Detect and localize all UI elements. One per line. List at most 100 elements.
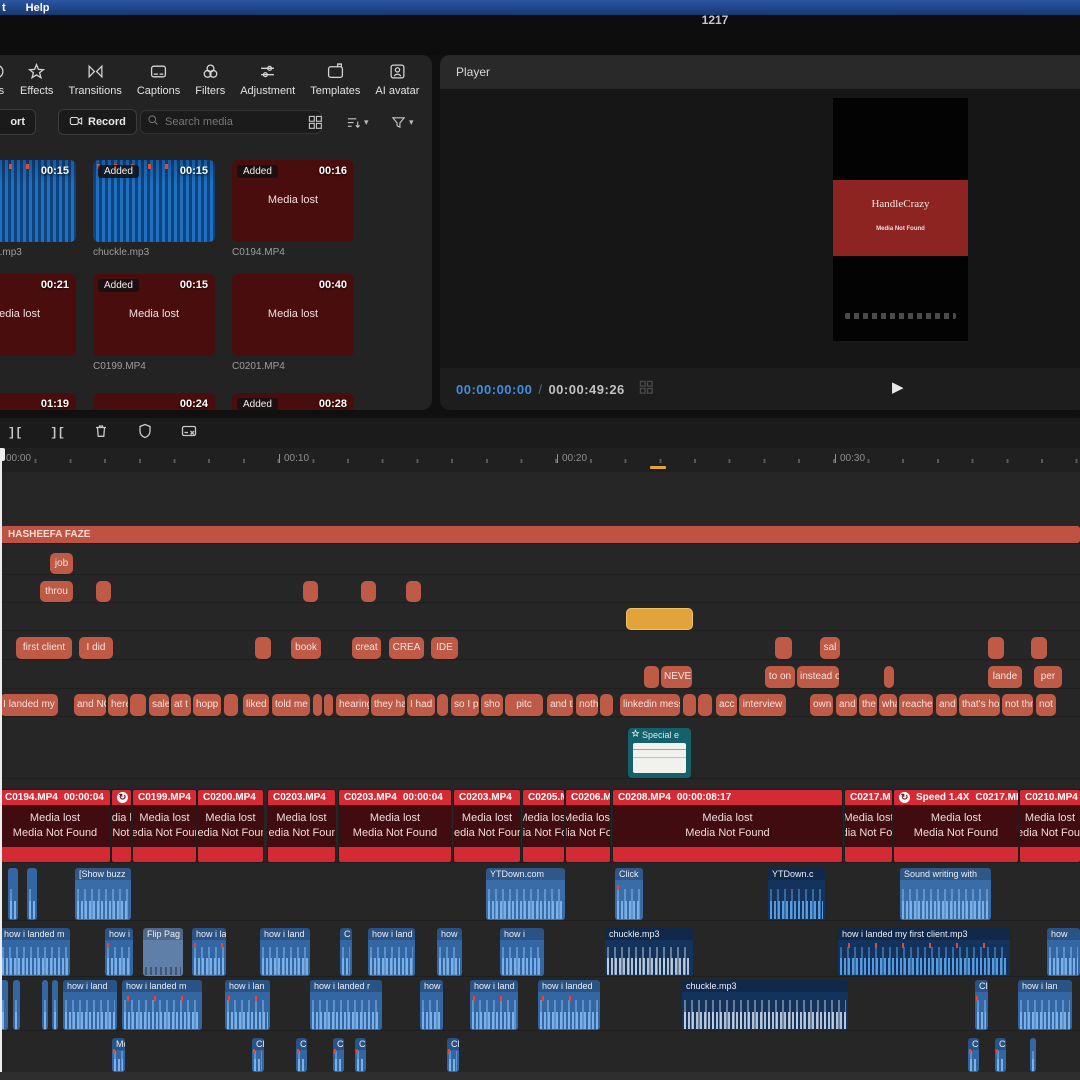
timeline-clip-video[interactable]: C0200.MP4Media lostMedia Not Found — [198, 790, 263, 862]
search-input[interactable] — [163, 115, 287, 129]
timeline-clip-caption[interactable] — [324, 694, 333, 716]
timeline-clip-caption[interactable]: they ha — [371, 694, 405, 716]
timeline-clip-caption[interactable] — [130, 694, 146, 716]
timeline-clip-audio[interactable]: Cl — [968, 1038, 979, 1072]
timeline-clip-caption[interactable]: creat — [352, 637, 381, 659]
timeline-clip-audio[interactable]: Flip Pag — [143, 928, 183, 976]
timeline-clip-caption[interactable]: that's ho — [959, 694, 1000, 716]
timeline-clip-caption[interactable] — [255, 637, 271, 659]
timeline-clip-caption[interactable]: I landed my — [0, 694, 58, 716]
play-button[interactable]: ▶ — [892, 378, 904, 396]
timeline-clip-caption[interactable]: lande — [988, 666, 1022, 688]
trash-button[interactable] — [93, 423, 109, 443]
timeline-clip-caption[interactable]: I had — [407, 694, 435, 716]
timeline-clip-video[interactable]: ↻Media lostMedia Not Found — [112, 790, 131, 862]
timeline-clip-audio[interactable]: how i — [500, 928, 544, 976]
timeline-clip-audio[interactable]: how i landed r — [310, 980, 382, 1030]
timeline-clip-audio[interactable]: Cl — [333, 1038, 344, 1072]
timeline-clip-caption[interactable]: reache — [899, 694, 933, 716]
timeline-clip-audio[interactable]: Click — [615, 868, 643, 920]
timeline-clip-caption[interactable]: sale — [149, 694, 169, 716]
timeline-clip-audio[interactable]: YTDown.c — [768, 868, 825, 920]
timeline-clip-caption[interactable] — [683, 694, 696, 716]
timeline-clip-audio[interactable] — [42, 980, 48, 1030]
timeline-clip-caption[interactable]: wha — [879, 694, 897, 716]
search-box[interactable] — [140, 110, 322, 134]
timeline-clip-marker[interactable] — [626, 608, 693, 630]
media-tile[interactable]: Media lostAdded00:15 — [93, 274, 215, 356]
timeline-clip-video[interactable]: C0203.MP4Media lostMedia Not Found — [268, 790, 335, 862]
timeline-clip-video[interactable]: C0203.MP400:00:04Media lostMedia Not Fou… — [339, 790, 451, 862]
timeline-clip-caption[interactable]: and — [936, 694, 957, 716]
timeline-clip-caption[interactable] — [406, 581, 421, 602]
timeline-clip-caption[interactable] — [884, 666, 894, 688]
media-tile[interactable]: Media lost01:19 — [0, 393, 76, 410]
timeline-clip-video[interactable]: C0194.MP400:00:04Media lostMedia Not Fou… — [0, 790, 110, 862]
media-tile[interactable]: Media lost00:40 — [232, 274, 354, 356]
tab-captions[interactable]: Captions — [137, 63, 180, 97]
tab-templates[interactable]: Templates — [310, 63, 360, 97]
split-left-button[interactable]: ][ — [8, 426, 22, 440]
timeline-clip-caption[interactable]: not — [1036, 694, 1056, 716]
timeline-clip-caption[interactable] — [96, 581, 111, 602]
menu-item-help[interactable]: Help — [26, 2, 50, 14]
timeline-clip-caption[interactable]: throu — [40, 581, 73, 602]
timeline-clip-caption[interactable]: interview — [739, 694, 786, 716]
timeline-clip-audio[interactable]: how — [437, 928, 462, 976]
timeline-clip-caption[interactable] — [775, 637, 792, 659]
timeline-clip-caption[interactable]: job — [50, 553, 73, 574]
timeline-clip-caption[interactable] — [437, 694, 448, 716]
timeline-clip-audio[interactable]: how i la — [192, 928, 226, 976]
split-right-button[interactable]: ][ — [50, 426, 64, 440]
timeline-clip-audio[interactable]: how i landed — [538, 980, 600, 1030]
timeline-clip-audio[interactable]: C — [340, 928, 352, 976]
tab-effects[interactable]: Effects — [20, 63, 53, 97]
timeline-clip-caption[interactable]: sal — [820, 637, 840, 659]
timeline-clip-caption[interactable]: hopp — [193, 694, 221, 716]
shield-button[interactable] — [137, 423, 153, 443]
timeline-clip-caption[interactable]: to on — [765, 666, 795, 688]
tab-ers[interactable]: ers — [0, 63, 5, 97]
timeline-clip-audio[interactable] — [1030, 1038, 1036, 1072]
timeline-clip-caption[interactable]: pitc — [505, 694, 543, 716]
timeline-clip-audio[interactable]: [Show buzz — [75, 868, 131, 920]
timeline-clip-caption[interactable] — [698, 694, 712, 716]
timeline-clip-caption[interactable] — [1031, 637, 1047, 659]
timeline-clip-caption[interactable]: book — [291, 637, 321, 659]
timeline-clip-caption[interactable] — [988, 637, 1004, 659]
timeline-clip-audio[interactable]: Cl — [447, 1038, 459, 1072]
timeline-clip-audio[interactable]: YTDown.com — [486, 868, 565, 920]
record-button[interactable]: Record — [58, 109, 137, 135]
tab-adjustment[interactable]: Adjustment — [240, 63, 295, 97]
timeline-clip-video[interactable]: C0205.MMedia lostMedia Not Found — [523, 790, 564, 862]
timeline-clip-caption[interactable]: first client — [16, 637, 72, 659]
timeline-clip-audio[interactable]: how i landed m — [0, 928, 70, 976]
timeline-clip-audio[interactable]: how i land — [260, 928, 310, 976]
timeline-clip-video[interactable]: C0210.MP4Media lostMedia Not Found — [1020, 790, 1080, 862]
timeline-clip-caption[interactable]: CREA — [389, 637, 424, 659]
grid-view-icon[interactable] — [308, 115, 323, 130]
timeline-clip-audio[interactable]: how i — [105, 928, 133, 976]
timeline-clip-caption[interactable]: linkedin mess — [620, 694, 680, 716]
timeline-clip-video[interactable]: C0208.MP400:00:08:17Media lostMedia Not … — [613, 790, 842, 862]
timeline-clip-caption[interactable] — [644, 666, 659, 688]
timeline-clip-audio[interactable]: Cl — [975, 980, 988, 1030]
menu-item-t[interactable]: t — [2, 2, 6, 14]
tab-ai-avatar[interactable]: AI avatar — [375, 63, 419, 97]
tab-transitions[interactable]: Transitions — [68, 63, 121, 97]
timeline-clip-audio[interactable] — [13, 980, 20, 1030]
timeline-clip-sticker[interactable]: Special e — [628, 728, 691, 778]
timeline-clip-caption[interactable]: I did — [79, 637, 113, 659]
playhead[interactable] — [0, 448, 2, 1072]
timeline-clip-caption[interactable]: instead o — [797, 666, 839, 688]
sort-dropdown[interactable]: ▾ — [346, 115, 369, 130]
timeline-clip-caption[interactable]: sho — [481, 694, 503, 716]
timeline-clip-audio[interactable] — [52, 980, 58, 1030]
timeline-clip-caption[interactable]: at t — [171, 694, 191, 716]
timeline-clip-caption[interactable]: NEVE — [661, 666, 692, 688]
timeline-clip-audio[interactable] — [27, 868, 37, 920]
timeline-clip-caption[interactable]: IDE — [431, 637, 458, 659]
timeline-clip-audio[interactable]: how i lan — [1018, 980, 1072, 1030]
filter-dropdown[interactable]: ▾ — [391, 115, 414, 130]
timeline-clip-caption[interactable]: hearing — [336, 694, 369, 716]
